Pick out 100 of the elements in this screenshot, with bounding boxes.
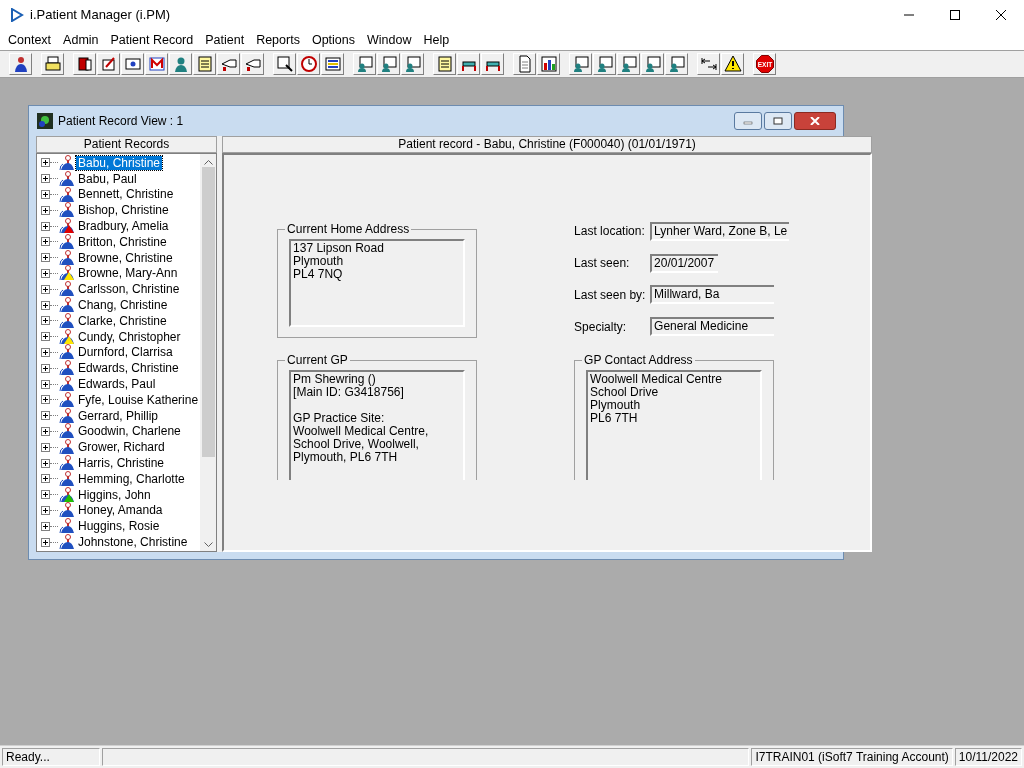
tree-item[interactable]: Goodwin, Charlene <box>76 424 183 439</box>
tree-item[interactable]: Bishop, Christine <box>76 203 171 218</box>
tree-item[interactable]: Chang, Christine <box>76 298 170 313</box>
close-button[interactable] <box>794 112 836 130</box>
expand-icon[interactable] <box>41 474 50 484</box>
close-icon[interactable] <box>996 10 1006 20</box>
expand-icon[interactable] <box>41 284 50 294</box>
expand-icon[interactable] <box>41 158 50 168</box>
tree-item[interactable]: Bradbury, Amelia <box>76 219 171 234</box>
toolbar-button[interactable] <box>457 53 480 75</box>
tree-item[interactable]: Babu, Christine <box>76 155 163 170</box>
tree-item[interactable]: Bennett, Christine <box>76 187 176 202</box>
restore-icon[interactable] <box>773 117 783 125</box>
menu-item[interactable]: Window <box>361 30 418 50</box>
expand-icon[interactable] <box>41 300 50 310</box>
tree-item[interactable]: Browne, Mary-Ann <box>76 266 180 281</box>
expand-icon[interactable] <box>41 268 50 278</box>
status-text: Ready... <box>2 748 100 766</box>
menu-item[interactable]: Patient Record <box>104 30 200 50</box>
patient-icon <box>59 281 74 297</box>
tree-item[interactable]: Cundy, Christopher <box>76 329 183 344</box>
text-field[interactable]: 20/01/2007 <box>650 253 719 273</box>
toolbar-button[interactable] <box>273 53 296 75</box>
window-title: i.Patient Manager (i.PM) <box>30 6 171 25</box>
address-box: Woolwell Medical Centre School Drive Plymouth PL6 7TH <box>586 370 763 480</box>
toolbar-button[interactable] <box>9 53 32 75</box>
expand-icon[interactable] <box>41 442 50 452</box>
menu-item[interactable]: Reports <box>250 30 306 50</box>
toolbar-button[interactable] <box>217 53 240 75</box>
tree-item[interactable]: Grower, Richard <box>76 440 167 455</box>
expand-icon[interactable] <box>41 537 50 547</box>
patient-icon <box>59 376 74 392</box>
expand-icon[interactable] <box>41 521 50 531</box>
status-text: I7TRAIN01 (iSoft7 Training Account) <box>751 748 953 766</box>
tree-item[interactable]: Durnford, Clarrisa <box>76 345 175 360</box>
tree-item[interactable]: Honey, Amanda <box>76 503 165 518</box>
expand-icon[interactable] <box>41 395 50 405</box>
expand-icon[interactable] <box>41 221 50 231</box>
tree-item[interactable]: Carlsson, Christine <box>76 282 182 297</box>
maximize-icon[interactable] <box>950 10 960 20</box>
expand-icon[interactable] <box>41 253 50 263</box>
expand-icon[interactable] <box>41 363 50 373</box>
menu-item[interactable]: Options <box>305 30 361 50</box>
scroll-down-icon[interactable] <box>203 542 213 547</box>
tree-item[interactable]: Edwards, Paul <box>76 377 158 392</box>
tree-item[interactable]: Higgins, John <box>76 487 153 502</box>
expand-icon[interactable] <box>41 316 50 326</box>
expand-icon[interactable] <box>41 174 50 184</box>
tree-item[interactable]: Fyfe, Louise Katherine <box>76 392 201 407</box>
minimize-button[interactable] <box>734 112 762 130</box>
tree-item[interactable]: Harris, Christine <box>76 456 166 471</box>
tree-item[interactable]: Johnstone, Christine <box>76 535 190 549</box>
toolbar-button[interactable] <box>321 53 344 75</box>
expand-icon[interactable] <box>41 411 50 421</box>
tree-item[interactable]: Clarke, Christine <box>76 313 169 328</box>
expand-icon[interactable] <box>41 332 50 342</box>
person-screen-icon <box>571 55 590 73</box>
tree-item[interactable]: Babu, Paul <box>76 171 139 186</box>
expand-icon[interactable] <box>41 237 50 247</box>
menu-item[interactable]: Patient <box>199 30 251 50</box>
warning-icon <box>723 55 742 73</box>
toolbar-button[interactable] <box>721 53 744 75</box>
tree-item[interactable]: Gerrard, Phillip <box>76 408 161 423</box>
expand-icon[interactable] <box>41 458 50 468</box>
toolbar-button[interactable] <box>537 53 560 75</box>
restore-button[interactable] <box>764 112 792 130</box>
expand-icon[interactable] <box>41 205 50 215</box>
toolbar-button[interactable] <box>297 53 320 75</box>
expand-icon[interactable] <box>41 347 50 357</box>
expand-icon[interactable] <box>41 379 50 389</box>
expand-icon[interactable] <box>41 490 50 500</box>
toolbar-button[interactable] <box>97 53 120 75</box>
address-box: Pm Shewring () [Main ID: G3418756] GP Practice Site: Woolwell Medical Centre, School Drive, Woolwell, Plymouth, PL6 7TH <box>289 370 466 480</box>
field-label: Last seen: <box>574 255 631 273</box>
toolbar-button[interactable] <box>241 53 264 75</box>
toolbar-button[interactable] <box>481 53 504 75</box>
menu-item[interactable]: Admin <box>57 30 105 50</box>
patient-icon <box>59 233 74 250</box>
tree-item[interactable]: Hemming, Charlotte <box>76 471 187 486</box>
tree-item[interactable]: Browne, Christine <box>76 250 175 265</box>
toolbar-button[interactable] <box>697 53 720 75</box>
toolbar-button[interactable] <box>121 53 144 75</box>
tree-item[interactable]: Huggins, Rosie <box>76 519 162 534</box>
menu-item[interactable]: Context <box>2 30 58 50</box>
tree-item[interactable]: Edwards, Christine <box>76 361 181 376</box>
expand-icon[interactable] <box>41 190 50 199</box>
toolbar-button[interactable] <box>41 53 64 75</box>
book-icon <box>75 55 94 73</box>
text-field[interactable]: Lynher Ward, Zone B, Le <box>650 221 790 241</box>
scrollbar[interactable] <box>200 154 217 551</box>
scroll-up-icon[interactable] <box>203 160 213 165</box>
text-field[interactable]: Millward, Ba <box>650 285 775 305</box>
text-field[interactable]: General Medicine <box>650 317 775 337</box>
expand-icon[interactable] <box>41 505 50 515</box>
patient-icon <box>59 439 74 455</box>
toolbar-button[interactable] <box>73 53 96 75</box>
patient-icon <box>59 186 74 202</box>
tree-item[interactable]: Britton, Christine <box>76 234 169 249</box>
menu-item[interactable]: Help <box>417 30 456 50</box>
expand-icon[interactable] <box>41 426 50 436</box>
